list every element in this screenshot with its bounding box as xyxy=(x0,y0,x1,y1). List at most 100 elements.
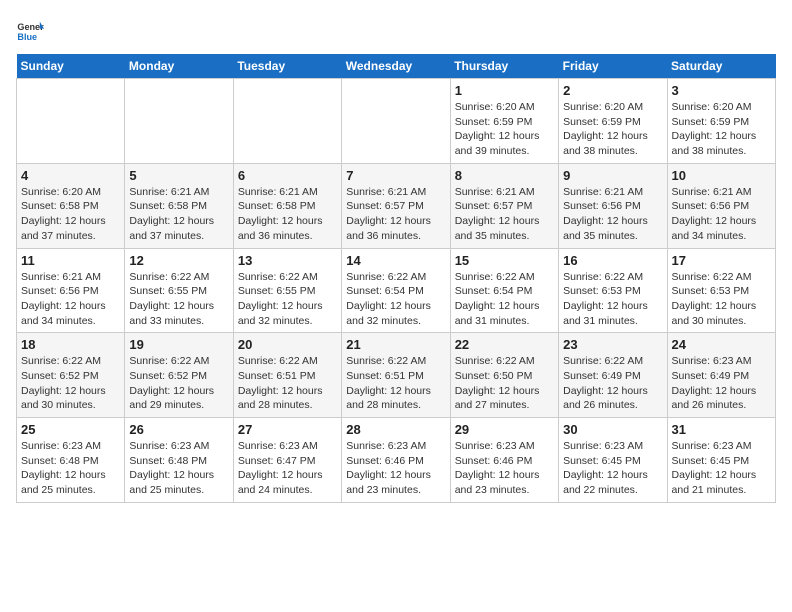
day-info: Sunrise: 6:20 AM Sunset: 6:59 PM Dayligh… xyxy=(563,100,662,159)
calendar-cell: 27Sunrise: 6:23 AM Sunset: 6:47 PM Dayli… xyxy=(233,418,341,503)
calendar-cell: 3 Sunrise: 6:20 AM Sunset: 6:59 PM Daylig… xyxy=(667,79,775,164)
calendar-cell: 23 Sunrise: 6:22 AM Sunset: 6:49 PM Dayli… xyxy=(559,333,667,418)
day-number: 23 xyxy=(563,337,662,352)
calendar-cell: 9Sunrise: 6:21 AM Sunset: 6:56 PM Daylig… xyxy=(559,163,667,248)
logo-icon: General Blue xyxy=(16,16,44,44)
day-number: 1 xyxy=(455,83,554,98)
day-number: 7 xyxy=(346,168,445,183)
day-info: Sunrise: 6:23 AM Sunset: 6:45 PM Dayligh… xyxy=(672,439,771,498)
day-number: 31 xyxy=(672,422,771,437)
calendar-cell xyxy=(125,79,233,164)
day-number: 8 xyxy=(455,168,554,183)
calendar-cell xyxy=(342,79,450,164)
day-info: Sunrise: 6:23 AM Sunset: 6:48 PM Dayligh… xyxy=(129,439,228,498)
day-number: 3 xyxy=(672,83,771,98)
day-info: Sunrise: 6:21 AM Sunset: 6:56 PM Dayligh… xyxy=(672,185,771,244)
day-info: Sunrise: 6:21 AM Sunset: 6:56 PM Dayligh… xyxy=(21,270,120,329)
day-number: 14 xyxy=(346,253,445,268)
day-info: Sunrise: 6:20 AM Sunset: 6:59 PM Dayligh… xyxy=(455,100,554,159)
calendar-table: SundayMondayTuesdayWednesdayThursdayFrid… xyxy=(16,54,776,503)
weekday-header-wednesday: Wednesday xyxy=(342,54,450,79)
calendar-cell: 30 Sunrise: 6:23 AM Sunset: 6:45 PM Dayli… xyxy=(559,418,667,503)
day-number: 12 xyxy=(129,253,228,268)
calendar-week-row: 18 Sunrise: 6:22 AM Sunset: 6:52 PM Dayli… xyxy=(17,333,776,418)
day-info: Sunrise: 6:22 AM Sunset: 6:53 PM Dayligh… xyxy=(563,270,662,329)
day-number: 16 xyxy=(563,253,662,268)
day-number: 29 xyxy=(455,422,554,437)
logo: General Blue xyxy=(16,16,48,44)
day-number: 30 xyxy=(563,422,662,437)
day-info: Sunrise: 6:23 AM Sunset: 6:46 PM Dayligh… xyxy=(455,439,554,498)
day-number: 17 xyxy=(672,253,771,268)
calendar-cell: 7 Sunrise: 6:21 AM Sunset: 6:57 PM Daylig… xyxy=(342,163,450,248)
calendar-cell: 26 Sunrise: 6:23 AM Sunset: 6:48 PM Dayli… xyxy=(125,418,233,503)
day-info: Sunrise: 6:23 AM Sunset: 6:49 PM Dayligh… xyxy=(672,354,771,413)
day-info: Sunrise: 6:21 AM Sunset: 6:58 PM Dayligh… xyxy=(129,185,228,244)
day-number: 13 xyxy=(238,253,337,268)
day-number: 2 xyxy=(563,83,662,98)
weekday-header-friday: Friday xyxy=(559,54,667,79)
day-info: Sunrise: 6:20 AM Sunset: 6:58 PM Dayligh… xyxy=(21,185,120,244)
day-info: Sunrise: 6:23 AM Sunset: 6:46 PM Dayligh… xyxy=(346,439,445,498)
day-info: Sunrise: 6:22 AM Sunset: 6:51 PM Dayligh… xyxy=(238,354,337,413)
day-number: 15 xyxy=(455,253,554,268)
day-info: Sunrise: 6:21 AM Sunset: 6:57 PM Dayligh… xyxy=(455,185,554,244)
weekday-header-monday: Monday xyxy=(125,54,233,79)
calendar-cell: 10 Sunrise: 6:21 AM Sunset: 6:56 PM Dayli… xyxy=(667,163,775,248)
calendar-cell: 2 Sunrise: 6:20 AM Sunset: 6:59 PM Daylig… xyxy=(559,79,667,164)
day-info: Sunrise: 6:22 AM Sunset: 6:52 PM Dayligh… xyxy=(129,354,228,413)
svg-text:Blue: Blue xyxy=(17,32,37,42)
weekday-header-sunday: Sunday xyxy=(17,54,125,79)
calendar-cell: 16 Sunrise: 6:22 AM Sunset: 6:53 PM Dayli… xyxy=(559,248,667,333)
day-number: 18 xyxy=(21,337,120,352)
calendar-cell: 22Sunrise: 6:22 AM Sunset: 6:50 PM Dayli… xyxy=(450,333,558,418)
day-info: Sunrise: 6:23 AM Sunset: 6:45 PM Dayligh… xyxy=(563,439,662,498)
calendar-cell xyxy=(17,79,125,164)
day-number: 26 xyxy=(129,422,228,437)
calendar-header-row: SundayMondayTuesdayWednesdayThursdayFrid… xyxy=(17,54,776,79)
day-number: 5 xyxy=(129,168,228,183)
calendar-cell: 1 Sunrise: 6:20 AM Sunset: 6:59 PM Daylig… xyxy=(450,79,558,164)
day-info: Sunrise: 6:22 AM Sunset: 6:51 PM Dayligh… xyxy=(346,354,445,413)
calendar-cell: 20Sunrise: 6:22 AM Sunset: 6:51 PM Dayli… xyxy=(233,333,341,418)
calendar-cell: 24 Sunrise: 6:23 AM Sunset: 6:49 PM Dayli… xyxy=(667,333,775,418)
calendar-week-row: 25 Sunrise: 6:23 AM Sunset: 6:48 PM Dayli… xyxy=(17,418,776,503)
calendar-cell: 11 Sunrise: 6:21 AM Sunset: 6:56 PM Dayli… xyxy=(17,248,125,333)
calendar-cell: 12 Sunrise: 6:22 AM Sunset: 6:55 PM Dayli… xyxy=(125,248,233,333)
day-number: 10 xyxy=(672,168,771,183)
day-info: Sunrise: 6:23 AM Sunset: 6:48 PM Dayligh… xyxy=(21,439,120,498)
calendar-week-row: 1 Sunrise: 6:20 AM Sunset: 6:59 PM Daylig… xyxy=(17,79,776,164)
weekday-header-saturday: Saturday xyxy=(667,54,775,79)
day-info: Sunrise: 6:22 AM Sunset: 6:53 PM Dayligh… xyxy=(672,270,771,329)
day-info: Sunrise: 6:22 AM Sunset: 6:54 PM Dayligh… xyxy=(346,270,445,329)
calendar-cell: 15 Sunrise: 6:22 AM Sunset: 6:54 PM Dayli… xyxy=(450,248,558,333)
calendar-body: 1 Sunrise: 6:20 AM Sunset: 6:59 PM Daylig… xyxy=(17,79,776,503)
calendar-cell: 8 Sunrise: 6:21 AM Sunset: 6:57 PM Daylig… xyxy=(450,163,558,248)
calendar-cell xyxy=(233,79,341,164)
day-info: Sunrise: 6:21 AM Sunset: 6:57 PM Dayligh… xyxy=(346,185,445,244)
calendar-cell: 17 Sunrise: 6:22 AM Sunset: 6:53 PM Dayli… xyxy=(667,248,775,333)
day-info: Sunrise: 6:22 AM Sunset: 6:55 PM Dayligh… xyxy=(129,270,228,329)
calendar-cell: 31 Sunrise: 6:23 AM Sunset: 6:45 PM Dayli… xyxy=(667,418,775,503)
calendar-cell: 4Sunrise: 6:20 AM Sunset: 6:58 PM Daylig… xyxy=(17,163,125,248)
day-number: 21 xyxy=(346,337,445,352)
day-info: Sunrise: 6:22 AM Sunset: 6:54 PM Dayligh… xyxy=(455,270,554,329)
calendar-cell: 14 Sunrise: 6:22 AM Sunset: 6:54 PM Dayli… xyxy=(342,248,450,333)
day-number: 24 xyxy=(672,337,771,352)
calendar-cell: 25 Sunrise: 6:23 AM Sunset: 6:48 PM Dayli… xyxy=(17,418,125,503)
day-info: Sunrise: 6:21 AM Sunset: 6:58 PM Dayligh… xyxy=(238,185,337,244)
weekday-header-tuesday: Tuesday xyxy=(233,54,341,79)
calendar-cell: 29 Sunrise: 6:23 AM Sunset: 6:46 PM Dayli… xyxy=(450,418,558,503)
calendar-cell: 13Sunrise: 6:22 AM Sunset: 6:55 PM Dayli… xyxy=(233,248,341,333)
weekday-header-thursday: Thursday xyxy=(450,54,558,79)
day-number: 19 xyxy=(129,337,228,352)
day-number: 25 xyxy=(21,422,120,437)
day-number: 9 xyxy=(563,168,662,183)
calendar-cell: 6Sunrise: 6:21 AM Sunset: 6:58 PM Daylig… xyxy=(233,163,341,248)
day-info: Sunrise: 6:22 AM Sunset: 6:49 PM Dayligh… xyxy=(563,354,662,413)
calendar-week-row: 11 Sunrise: 6:21 AM Sunset: 6:56 PM Dayli… xyxy=(17,248,776,333)
day-number: 11 xyxy=(21,253,120,268)
calendar-cell: 19 Sunrise: 6:22 AM Sunset: 6:52 PM Dayli… xyxy=(125,333,233,418)
calendar-cell: 18Sunrise: 6:22 AM Sunset: 6:52 PM Dayli… xyxy=(17,333,125,418)
day-info: Sunrise: 6:20 AM Sunset: 6:59 PM Dayligh… xyxy=(672,100,771,159)
